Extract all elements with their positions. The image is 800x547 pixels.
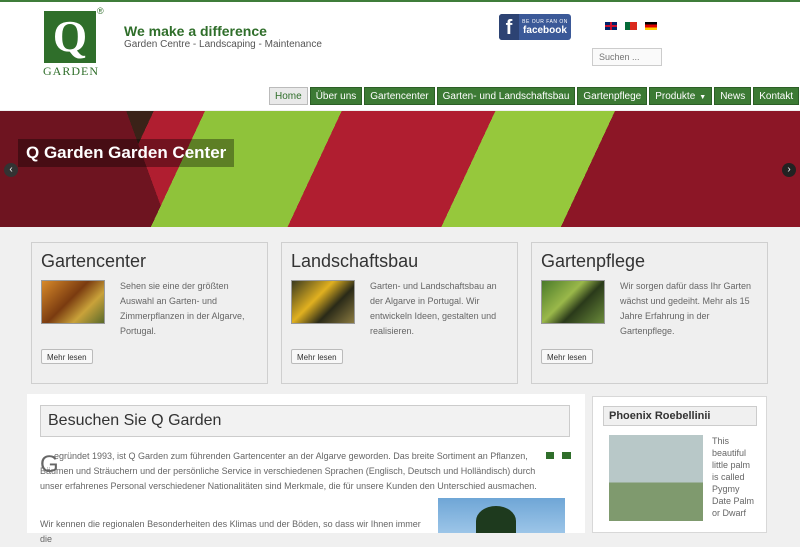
page-title: Besuchen Sie Q Garden <box>40 405 570 437</box>
facebook-icon: f <box>499 14 519 40</box>
facebook-button[interactable]: f BE OUR FAN ON facebook <box>499 14 571 40</box>
email-icon[interactable] <box>562 452 571 459</box>
feature-text: Garten- und Landschaftsbau an der Algarv… <box>370 281 497 336</box>
second-paragraph: Wir kennen die regionalen Besonderheiten… <box>40 519 421 544</box>
intro-paragraph: egründet 1993, ist Q Garden zum führende… <box>40 451 537 491</box>
plant-photo <box>609 435 703 521</box>
facebook-big-text: facebook <box>523 24 567 36</box>
feature-text: Wir sorgen dafür dass Ihr Garten wächst … <box>620 281 752 336</box>
sidebar-text: This beautiful little palm is called Pyg… <box>712 436 755 518</box>
feature-landschaftsbau: Landschaftsbau Garten- und Landschaftsba… <box>281 242 518 384</box>
nav-item-produkte-label: Produkte <box>655 91 696 102</box>
nav-item-produkte[interactable]: Produkte ▼ <box>649 87 713 105</box>
hero-banner: Q Garden Garden Center ‹ › <box>0 111 800 227</box>
feature-title: Gartenpflege <box>541 251 646 271</box>
sidebar-title: Phoenix Roebellinii <box>603 406 757 426</box>
slider-next-icon[interactable]: › <box>782 163 796 177</box>
feature-image <box>541 280 605 324</box>
flag-german-icon[interactable] <box>645 22 657 30</box>
feature-text: Sehen sie eine der größten Auswahl an Ga… <box>120 281 245 336</box>
feature-title: Gartencenter <box>41 251 147 271</box>
logo[interactable]: Q <box>44 11 96 63</box>
flag-english-icon[interactable] <box>605 22 617 30</box>
feature-image <box>291 280 355 324</box>
search-input[interactable] <box>592 48 662 66</box>
feature-gartencenter: Gartencenter Sehen sie eine der größten … <box>31 242 268 384</box>
read-more-button[interactable]: Mehr lesen <box>291 349 343 364</box>
logo-letter: Q <box>52 12 88 61</box>
chevron-down-icon: ▼ <box>699 94 707 101</box>
palm-photo <box>438 498 565 533</box>
nav-item-landschaftsbau[interactable]: Garten- und Landschaftsbau <box>436 87 576 105</box>
facebook-label: BE OUR FAN ON facebook <box>519 19 571 36</box>
read-more-button[interactable]: Mehr lesen <box>41 349 93 364</box>
feature-title: Landschaftsbau <box>291 251 419 271</box>
flag-portuguese-icon[interactable] <box>625 22 637 30</box>
nav-item-gartencenter[interactable]: Gartencenter <box>364 87 435 105</box>
site-header: Q ® GARDEN We make a difference Garden C… <box>0 2 800 110</box>
nav-item-kontakt[interactable]: Kontakt <box>753 87 800 105</box>
nav-item-news[interactable]: News <box>714 87 752 105</box>
sidebar-plant: Phoenix Roebellinii This beautiful littl… <box>592 396 767 533</box>
feature-gartenpflege: Gartenpflege Wir sorgen dafür dass Ihr G… <box>531 242 768 384</box>
main-content: Besuchen Sie Q Garden G egründet 1993, i… <box>27 394 585 544</box>
facebook-small-text: BE OUR FAN ON <box>522 18 568 25</box>
nav-item-ueber-uns[interactable]: Über uns <box>309 87 363 105</box>
logo-word: GARDEN <box>43 64 99 78</box>
nav-item-gartenpflege[interactable]: Gartenpflege <box>577 87 648 105</box>
nav-item-home[interactable]: Home <box>269 87 308 105</box>
banner-title: Q Garden Garden Center <box>18 139 235 167</box>
slider-prev-icon[interactable]: ‹ <box>4 163 18 177</box>
slogan: We make a difference <box>124 23 267 39</box>
tagline: Garden Centre - Landscaping - Maintenanc… <box>124 39 322 50</box>
palm-shape <box>476 506 516 533</box>
feature-image <box>41 280 105 324</box>
registered-mark: ® <box>97 6 104 16</box>
main-nav: Home Über uns Gartencenter Garten- und L… <box>269 87 800 105</box>
read-more-button[interactable]: Mehr lesen <box>541 349 593 364</box>
